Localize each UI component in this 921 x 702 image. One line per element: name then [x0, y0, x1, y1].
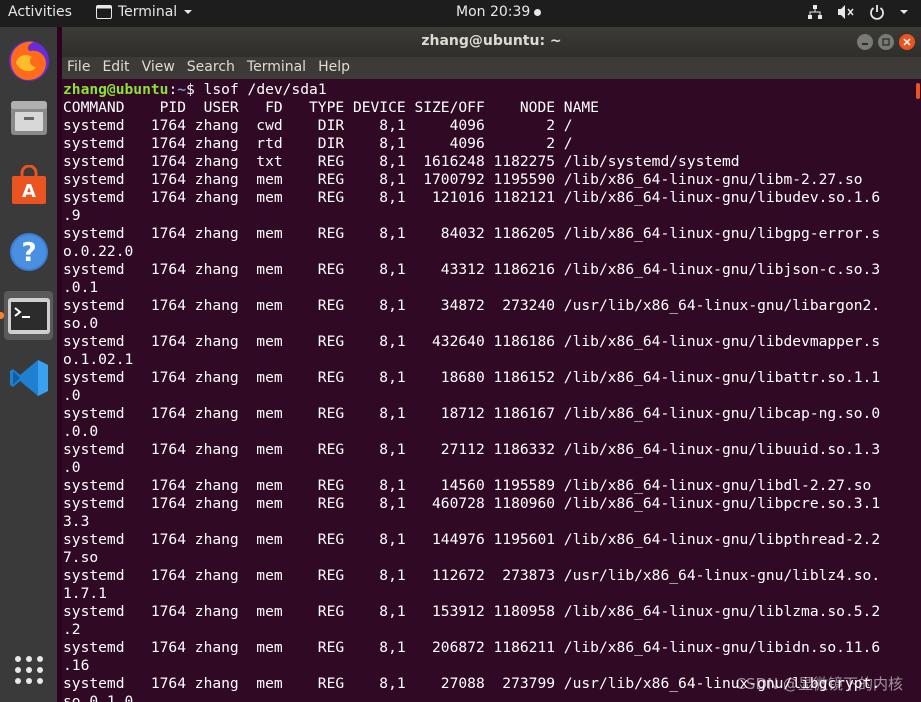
output-header-line: COMMAND PID USER FD TYPE DEVICE SIZE/OFF… [63, 99, 599, 116]
help-icon: ? [9, 232, 48, 271]
terminal-output[interactable]: zhang@ubuntu:~$ lsof /dev/sda1 COMMAND PI… [63, 81, 911, 702]
output-line: systemd 1764 zhang mem REG 8,1 144976 11… [63, 531, 881, 548]
dock-terminal[interactable] [0, 291, 53, 340]
vscode-icon [9, 359, 48, 396]
files-icon [10, 100, 47, 135]
menu-help[interactable]: Help [312, 57, 356, 79]
scrollbar-thumb[interactable] [916, 83, 920, 99]
output-line: so.0 [63, 315, 99, 332]
app-grid-icon [14, 655, 43, 684]
output-line: systemd 1764 zhang mem REG 8,1 14560 119… [63, 477, 872, 494]
power-icon [870, 5, 884, 20]
menu-search[interactable]: Search [181, 57, 241, 79]
network-icon [808, 5, 822, 19]
notification-dot-icon [534, 8, 542, 16]
maximize-button[interactable] [878, 34, 894, 50]
prompt-line: zhang@ubuntu:~$ lsof /dev/sda1 [63, 81, 911, 99]
dock-software[interactable]: A [4, 161, 53, 210]
prompt-user: zhang@ubuntu [63, 81, 169, 98]
menu-file[interactable]: File [62, 57, 96, 79]
output-line: systemd 1764 zhang mem REG 8,1 460728 11… [63, 495, 881, 512]
minimize-icon [862, 43, 868, 45]
dock: A ? [0, 27, 57, 702]
dock-files[interactable] [4, 93, 53, 142]
output-line: 3.3 [63, 513, 90, 530]
output-line: systemd 1764 zhang mem REG 8,1 206872 11… [63, 639, 881, 656]
chevron-down-icon [900, 10, 908, 14]
output-line: systemd 1764 zhang mem REG 8,1 43312 118… [63, 261, 881, 278]
output-line: systemd 1764 zhang mem REG 8,1 84032 118… [63, 225, 881, 242]
output-line: so.0.1.0 [63, 693, 134, 702]
system-tray[interactable] [807, 4, 909, 20]
output-line: systemd 1764 zhang mem REG 8,1 34872 273… [63, 297, 881, 314]
output-line: systemd 1764 zhang mem REG 8,1 27112 118… [63, 441, 881, 458]
app-menu[interactable]: Terminal [96, 4, 193, 20]
menu-view[interactable]: View [136, 57, 181, 79]
terminal-scrollbar[interactable] [913, 81, 921, 702]
output-line: .0.1 [63, 279, 99, 296]
software-icon: A [11, 164, 46, 204]
command-text: lsof /dev/sda1 [203, 81, 327, 98]
output-line: systemd 1764 zhang mem REG 8,1 18680 118… [63, 369, 881, 386]
prompt-path: ~ [177, 81, 187, 98]
menu-bar: File Edit View Search Terminal Help [62, 57, 921, 79]
dock-vscode[interactable] [4, 353, 53, 402]
output-line: systemd 1764 zhang mem REG 8,1 121016 11… [63, 189, 881, 206]
top-bar: Activities Terminal Mon 20:39 [0, 0, 921, 27]
app-menu-label: Terminal [118, 4, 178, 20]
close-icon [903, 38, 911, 46]
output-line: systemd 1764 zhang mem REG 8,1 1700792 1… [63, 171, 863, 188]
window-title: zhang@ubuntu: ~ [421, 33, 562, 49]
output-line: systemd 1764 zhang txt REG 8,1 1616248 1… [63, 153, 740, 170]
close-button[interactable] [899, 34, 915, 50]
output-line: systemd 1764 zhang mem REG 8,1 18712 118… [63, 405, 881, 422]
terminal-app-icon [96, 5, 112, 19]
prompt-separator: : [168, 81, 178, 98]
firefox-icon [8, 40, 49, 81]
clock[interactable]: Mon 20:39 [456, 4, 542, 20]
output-line: .0.0 [63, 423, 99, 440]
clock-label: Mon 20:39 [456, 4, 531, 20]
output-line: o.1.02.1 [63, 351, 134, 368]
output-line: systemd 1764 zhang mem REG 8,1 153912 11… [63, 603, 881, 620]
volume-muted-icon [838, 5, 854, 19]
output-line: .0 [63, 387, 81, 404]
activities-button[interactable]: Activities [8, 4, 72, 20]
output-line: 7.so [63, 549, 99, 566]
output-line: .9 [63, 207, 81, 224]
maximize-icon [882, 38, 890, 46]
menu-edit[interactable]: Edit [96, 57, 135, 79]
chevron-down-icon [184, 10, 193, 14]
dock-firefox[interactable] [4, 35, 53, 84]
watermark: CSDN @显微镜下的内核 [735, 675, 903, 693]
output-line: systemd 1764 zhang cwd DIR 8,1 4096 2 / [63, 117, 573, 134]
output-line: o.0.22.0 [63, 243, 134, 260]
terminal-window: zhang@ubuntu: ~ File Edit View Search Te… [62, 27, 921, 702]
output-line: systemd 1764 zhang rtd DIR 8,1 4096 2 / [63, 135, 573, 152]
dock-show-applications[interactable] [4, 645, 53, 694]
output-line: systemd 1764 zhang mem REG 8,1 432640 11… [63, 333, 881, 350]
svg-text:?: ? [21, 238, 36, 268]
menu-terminal[interactable]: Terminal [241, 57, 312, 79]
prompt-symbol: $ [186, 81, 204, 98]
window-titlebar[interactable]: zhang@ubuntu: ~ [62, 27, 921, 57]
output-line: .0 [63, 459, 81, 476]
output-line: .2 [63, 621, 81, 638]
dock-help[interactable]: ? [4, 227, 53, 276]
svg-text:A: A [22, 181, 36, 202]
minimize-button[interactable] [857, 34, 873, 50]
output-line: 1.7.1 [63, 585, 107, 602]
terminal-icon [7, 297, 50, 334]
output-line: systemd 1764 zhang mem REG 8,1 112672 27… [63, 567, 881, 584]
